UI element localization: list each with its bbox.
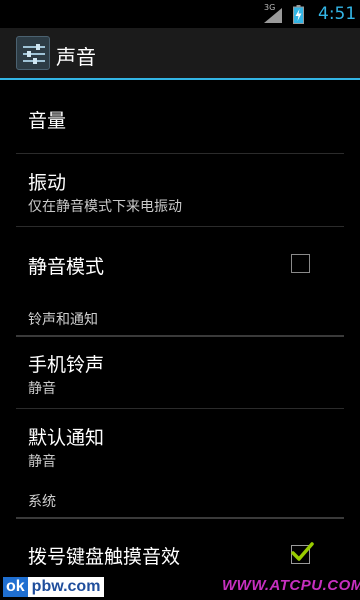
clock: 4:51 xyxy=(318,4,357,24)
dial-pad-touch-tones-title: 拨号键盘触摸音效 xyxy=(28,546,181,568)
silent-mode-title: 静音模式 xyxy=(28,256,105,278)
volume-title: 音量 xyxy=(28,110,67,132)
vibrate-item[interactable]: 振动 仅在静音模式下来电振动 xyxy=(0,154,360,226)
default-notification-item[interactable]: 默认通知 静音 xyxy=(0,409,360,480)
signal-strength-icon xyxy=(264,8,282,23)
silent-mode-checkbox[interactable] xyxy=(291,254,310,273)
android-sound-settings-screen: 3G 4:51 声音 音量 振动 仅在静音模式下来电振动 静音模式 铃声和通知 … xyxy=(0,0,360,600)
checkmark-icon xyxy=(291,542,314,561)
phone-ringtone-item[interactable]: 手机铃声 静音 xyxy=(0,337,360,408)
settings-sliders-icon[interactable] xyxy=(16,36,50,70)
battery-charging-icon xyxy=(293,5,304,24)
silent-mode-item[interactable]: 静音模式 xyxy=(0,227,360,299)
section-header-system: 系统 xyxy=(28,494,56,510)
status-bar: 3G 4:51 xyxy=(0,0,360,28)
dial-pad-touch-tones-checkbox[interactable] xyxy=(291,542,314,564)
watermark-domain: pbw.com xyxy=(27,577,105,597)
dial-pad-touch-tones-item[interactable]: 拨号键盘触摸音效 xyxy=(0,519,360,572)
volume-item[interactable]: 音量 xyxy=(0,82,360,152)
default-notification-summary: 静音 xyxy=(28,454,56,470)
phone-ringtone-summary: 静音 xyxy=(28,381,56,397)
action-bar: 声音 xyxy=(0,28,360,78)
phone-ringtone-title: 手机铃声 xyxy=(28,354,105,376)
okpbw-watermark: ok pbw.com xyxy=(3,576,105,598)
action-bar-accent-line xyxy=(0,78,360,80)
vibrate-summary: 仅在静音模式下来电振动 xyxy=(28,199,182,215)
watermark-ok: ok xyxy=(3,577,28,597)
watermark-bar: ok pbw.com WWW.ATCPU.COM xyxy=(0,572,360,600)
default-notification-title: 默认通知 xyxy=(28,427,105,449)
vibrate-title: 振动 xyxy=(28,172,67,194)
section-header-ringtones: 铃声和通知 xyxy=(28,312,98,328)
page-title: 声音 xyxy=(56,45,96,69)
atcpu-watermark: WWW.ATCPU.COM xyxy=(222,577,360,594)
